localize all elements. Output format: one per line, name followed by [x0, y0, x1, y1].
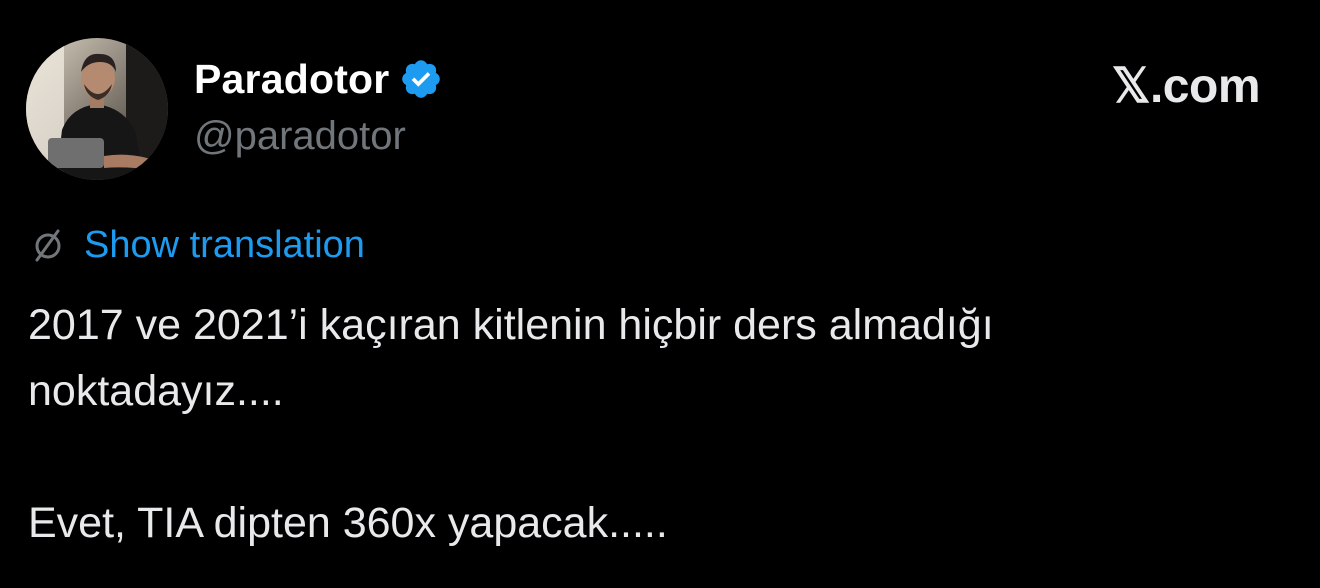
tweet-header: Paradotor @paradotor 𝕏.com [26, 38, 1294, 182]
avatar[interactable] [26, 38, 168, 180]
display-name[interactable]: Paradotor [194, 56, 389, 103]
tweet-text-line: 2017 ve 2021’i kaçıran kitlenin hiçbir d… [28, 301, 994, 349]
avatar-photo [26, 38, 168, 180]
translation-row[interactable]: Show translation [28, 222, 365, 268]
author-names: Paradotor @paradotor [194, 52, 443, 159]
author-handle[interactable]: @paradotor [194, 114, 443, 159]
tweet-text-line: noktadayız.... [28, 367, 284, 415]
verified-badge-icon [402, 60, 441, 98]
tweet-text-line: Evet, TIA dipten 360x yapacak..... [28, 499, 668, 547]
translate-globe-icon [35, 229, 61, 262]
tweet-text: 2017 ve 2021’i kaçıran kitlenin hiçbir d… [28, 292, 1278, 556]
display-name-row: Paradotor [194, 52, 443, 106]
show-translation-link[interactable]: Show translation [84, 224, 365, 267]
brand-logo: 𝕏.com [1111, 60, 1261, 113]
